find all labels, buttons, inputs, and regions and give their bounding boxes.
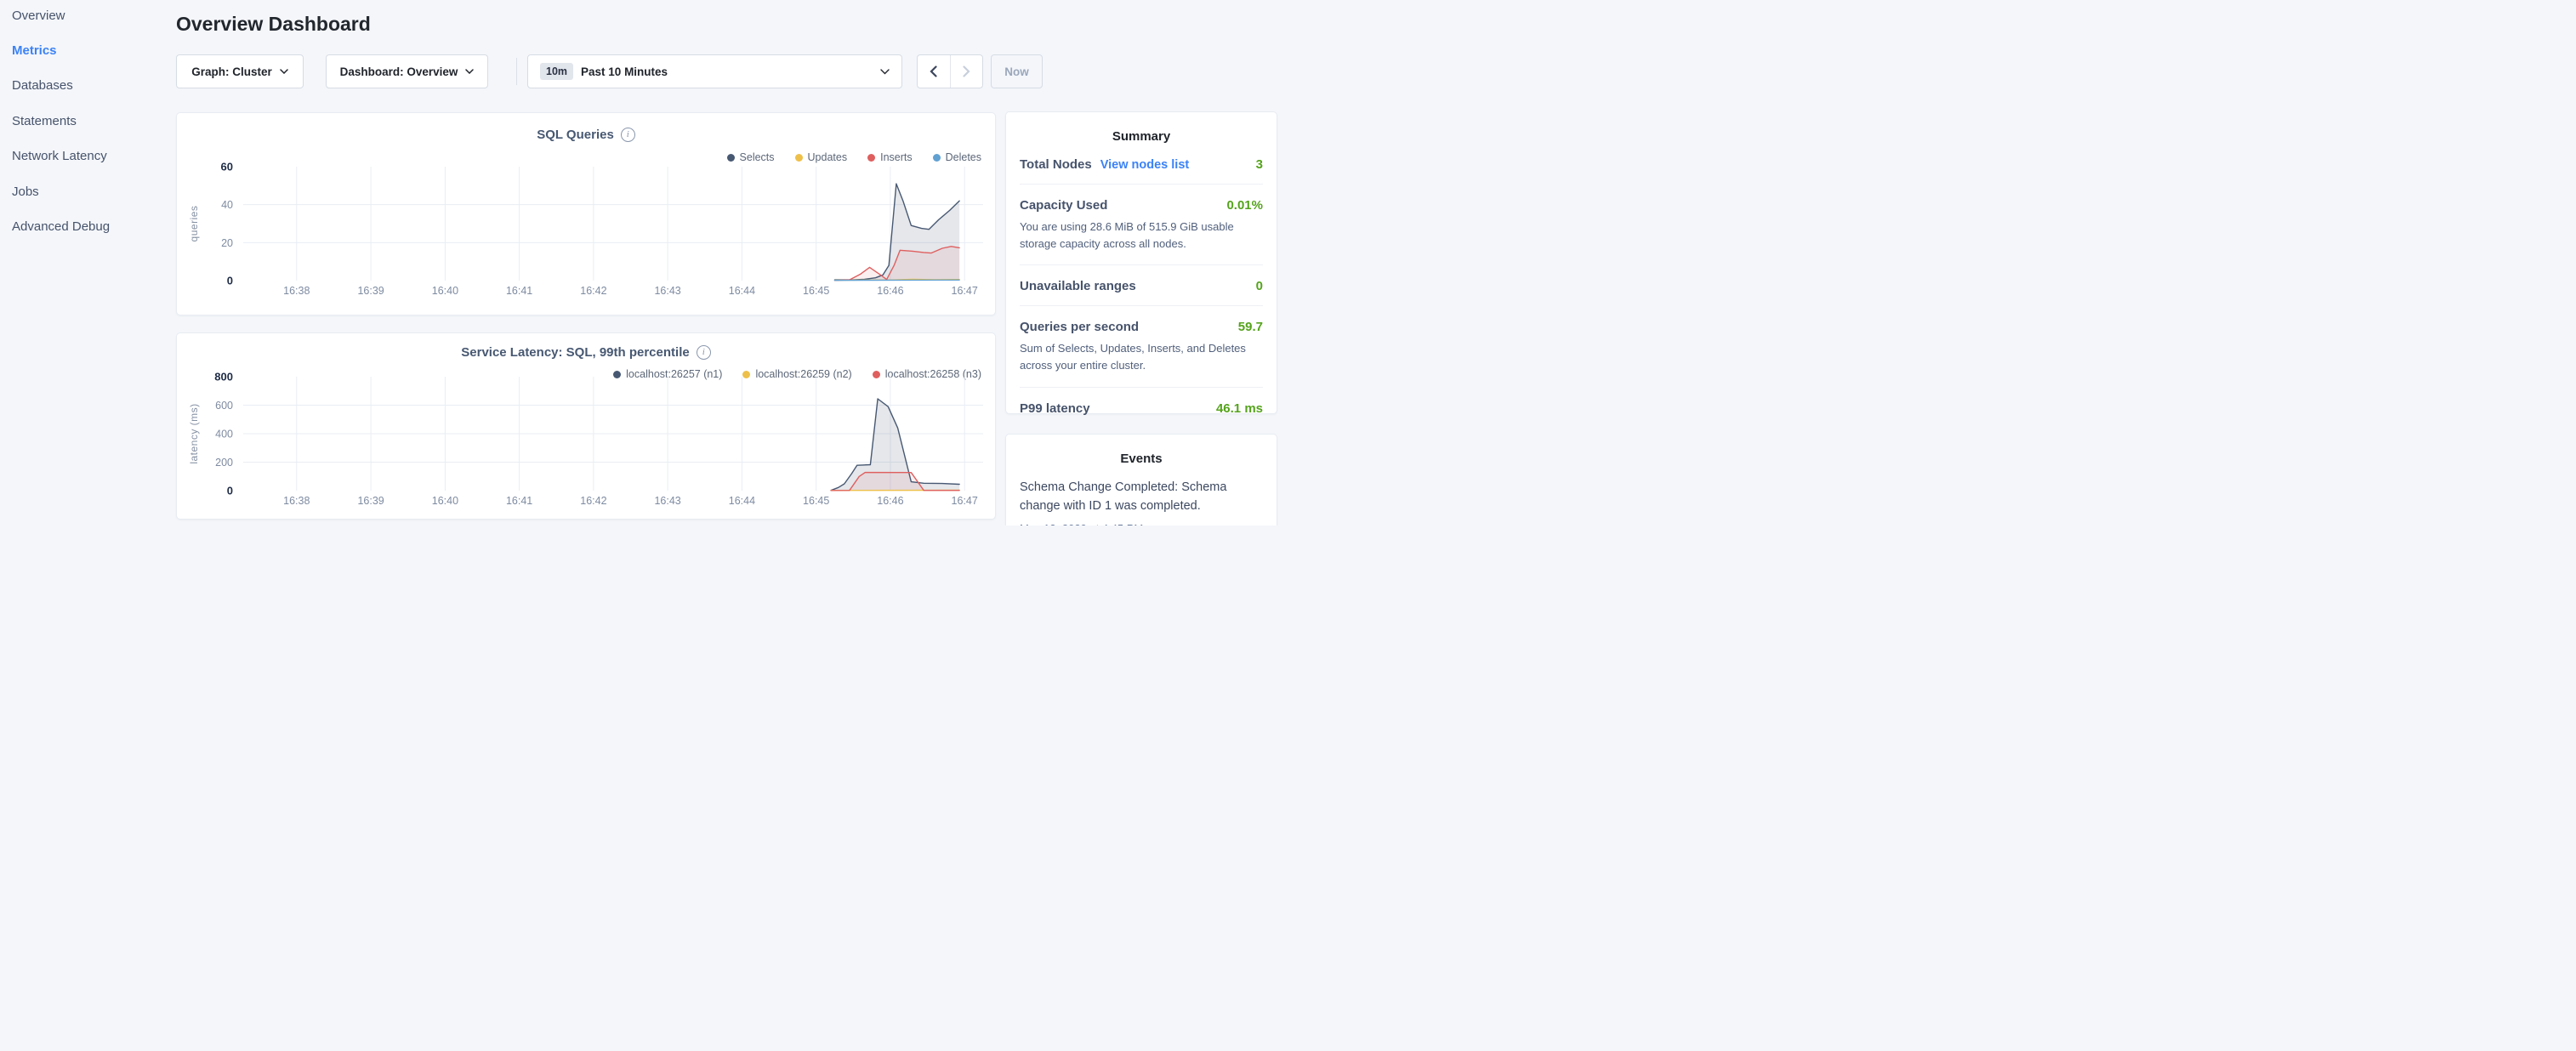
summary-description: You are using 28.6 MiB of 515.9 GiB usab… [1020, 219, 1263, 253]
sql-queries-chart-card: SQL Queriesi SelectsUpdatesInsertsDelete… [176, 112, 996, 315]
service-latency-chart-card: Service Latency: SQL, 99th percentilei l… [176, 332, 996, 520]
svg-text:800: 800 [214, 371, 233, 383]
summary-row-unavailable-ranges: Unavailable ranges 0 [1020, 265, 1263, 306]
svg-text:0: 0 [227, 275, 233, 287]
chevron-left-icon [930, 65, 937, 77]
svg-text:16:44: 16:44 [729, 285, 755, 297]
summary-value: 3 [1256, 157, 1263, 172]
svg-text:16:43: 16:43 [654, 285, 680, 297]
svg-text:16:43: 16:43 [654, 495, 680, 507]
chevron-down-icon [280, 69, 288, 74]
event-text: Schema Change Completed: Schema change w… [1020, 478, 1263, 516]
summary-label: Total Nodes [1020, 157, 1092, 172]
svg-text:16:42: 16:42 [580, 495, 606, 507]
sidebar-item-jobs[interactable]: Jobs [12, 184, 39, 201]
svg-text:16:38: 16:38 [283, 285, 310, 297]
summary-label: Capacity Used [1020, 198, 1107, 213]
sidebar-item-network-latency[interactable]: Network Latency [12, 148, 107, 165]
svg-text:16:45: 16:45 [803, 285, 829, 297]
event-item: Schema Change Completed: Schema change w… [1020, 466, 1263, 526]
summary-label: P99 latency [1020, 401, 1090, 416]
sidebar: Overview Metrics Databases Statements Ne… [0, 0, 170, 526]
time-next-button[interactable] [951, 55, 983, 88]
time-window-label: Past 10 Minutes [581, 65, 668, 78]
svg-text:20: 20 [221, 237, 233, 249]
summary-row-p99-latency: P99 latency 46.1 ms [1020, 388, 1263, 428]
svg-text:16:41: 16:41 [506, 495, 532, 507]
summary-value: 0.01% [1226, 198, 1263, 213]
toolbar-divider [516, 58, 517, 85]
event-timestamp: May 13, 2020 at 4:45 PM [1020, 522, 1263, 526]
svg-text:16:47: 16:47 [952, 285, 978, 297]
summary-row-capacity-used: Capacity Used 0.01% You are using 28.6 M… [1020, 185, 1263, 265]
events-panel: Events Schema Change Completed: Schema c… [1005, 434, 1277, 526]
svg-text:16:46: 16:46 [877, 495, 903, 507]
view-nodes-list-link[interactable]: View nodes list [1100, 158, 1190, 172]
svg-text:16:39: 16:39 [357, 495, 384, 507]
svg-text:queries: queries [188, 206, 200, 242]
svg-text:latency (ms): latency (ms) [188, 403, 200, 463]
overview-dashboard-page: Overview Metrics Databases Statements Ne… [0, 0, 1288, 526]
svg-text:16:46: 16:46 [877, 285, 903, 297]
summary-label: Unavailable ranges [1020, 279, 1136, 293]
summary-label: Queries per second [1020, 320, 1139, 334]
chevron-right-icon [963, 65, 970, 77]
svg-text:0: 0 [227, 485, 233, 497]
summary-row-total-nodes: Total Nodes View nodes list 3 [1020, 144, 1263, 185]
sidebar-item-databases[interactable]: Databases [12, 77, 73, 94]
summary-row-queries-per-second: Queries per second 59.7 Sum of Selects, … [1020, 306, 1263, 387]
summary-value: 59.7 [1238, 320, 1263, 334]
svg-text:16:42: 16:42 [580, 285, 606, 297]
sidebar-item-statements[interactable]: Statements [12, 113, 77, 130]
svg-text:16:40: 16:40 [432, 285, 458, 297]
sidebar-item-metrics[interactable]: Metrics [12, 43, 57, 60]
svg-text:16:40: 16:40 [432, 495, 458, 507]
time-window-dropdown[interactable]: 10m Past 10 Minutes [527, 54, 902, 88]
summary-description: Sum of Selects, Updates, Inserts, and De… [1020, 340, 1263, 374]
graph-dropdown-label: Graph: Cluster [191, 65, 272, 78]
graph-dropdown[interactable]: Graph: Cluster [176, 54, 304, 88]
svg-text:60: 60 [221, 161, 233, 173]
svg-text:16:47: 16:47 [952, 495, 978, 507]
svg-text:600: 600 [215, 400, 233, 412]
svg-text:16:39: 16:39 [357, 285, 384, 297]
svg-text:400: 400 [215, 429, 233, 440]
dashboard-dropdown-label: Dashboard: Overview [340, 65, 458, 78]
svg-text:16:41: 16:41 [506, 285, 532, 297]
svg-text:16:45: 16:45 [803, 495, 829, 507]
sql-queries-plot: 16:38 16:39 16:40 16:41 16:42 16:43 16:44 16:45… [177, 113, 997, 316]
summary-title: Summary [1020, 126, 1263, 144]
svg-text:16:38: 16:38 [283, 495, 310, 507]
summary-value: 46.1 ms [1216, 401, 1263, 416]
dashboard-dropdown[interactable]: Dashboard: Overview [326, 54, 488, 88]
svg-text:200: 200 [215, 457, 233, 469]
service-latency-plot: 16:38 16:39 16:40 16:41 16:42 16:43 16:44 16:45… [177, 333, 997, 520]
summary-panel: Summary Total Nodes View nodes list 3 Ca… [1005, 111, 1277, 414]
events-title: Events [1020, 448, 1263, 466]
page-title: Overview Dashboard [176, 13, 371, 36]
sidebar-item-advanced-debug[interactable]: Advanced Debug [12, 219, 110, 236]
chevron-down-icon [465, 69, 474, 74]
time-pager [917, 54, 983, 88]
summary-value: 0 [1256, 279, 1263, 293]
chevron-down-icon [880, 69, 890, 75]
time-window-badge: 10m [540, 63, 573, 80]
time-prev-button[interactable] [918, 55, 951, 88]
now-button[interactable]: Now [991, 54, 1043, 88]
sidebar-item-overview[interactable]: Overview [12, 8, 65, 25]
svg-text:40: 40 [221, 199, 233, 211]
svg-text:16:44: 16:44 [729, 495, 755, 507]
